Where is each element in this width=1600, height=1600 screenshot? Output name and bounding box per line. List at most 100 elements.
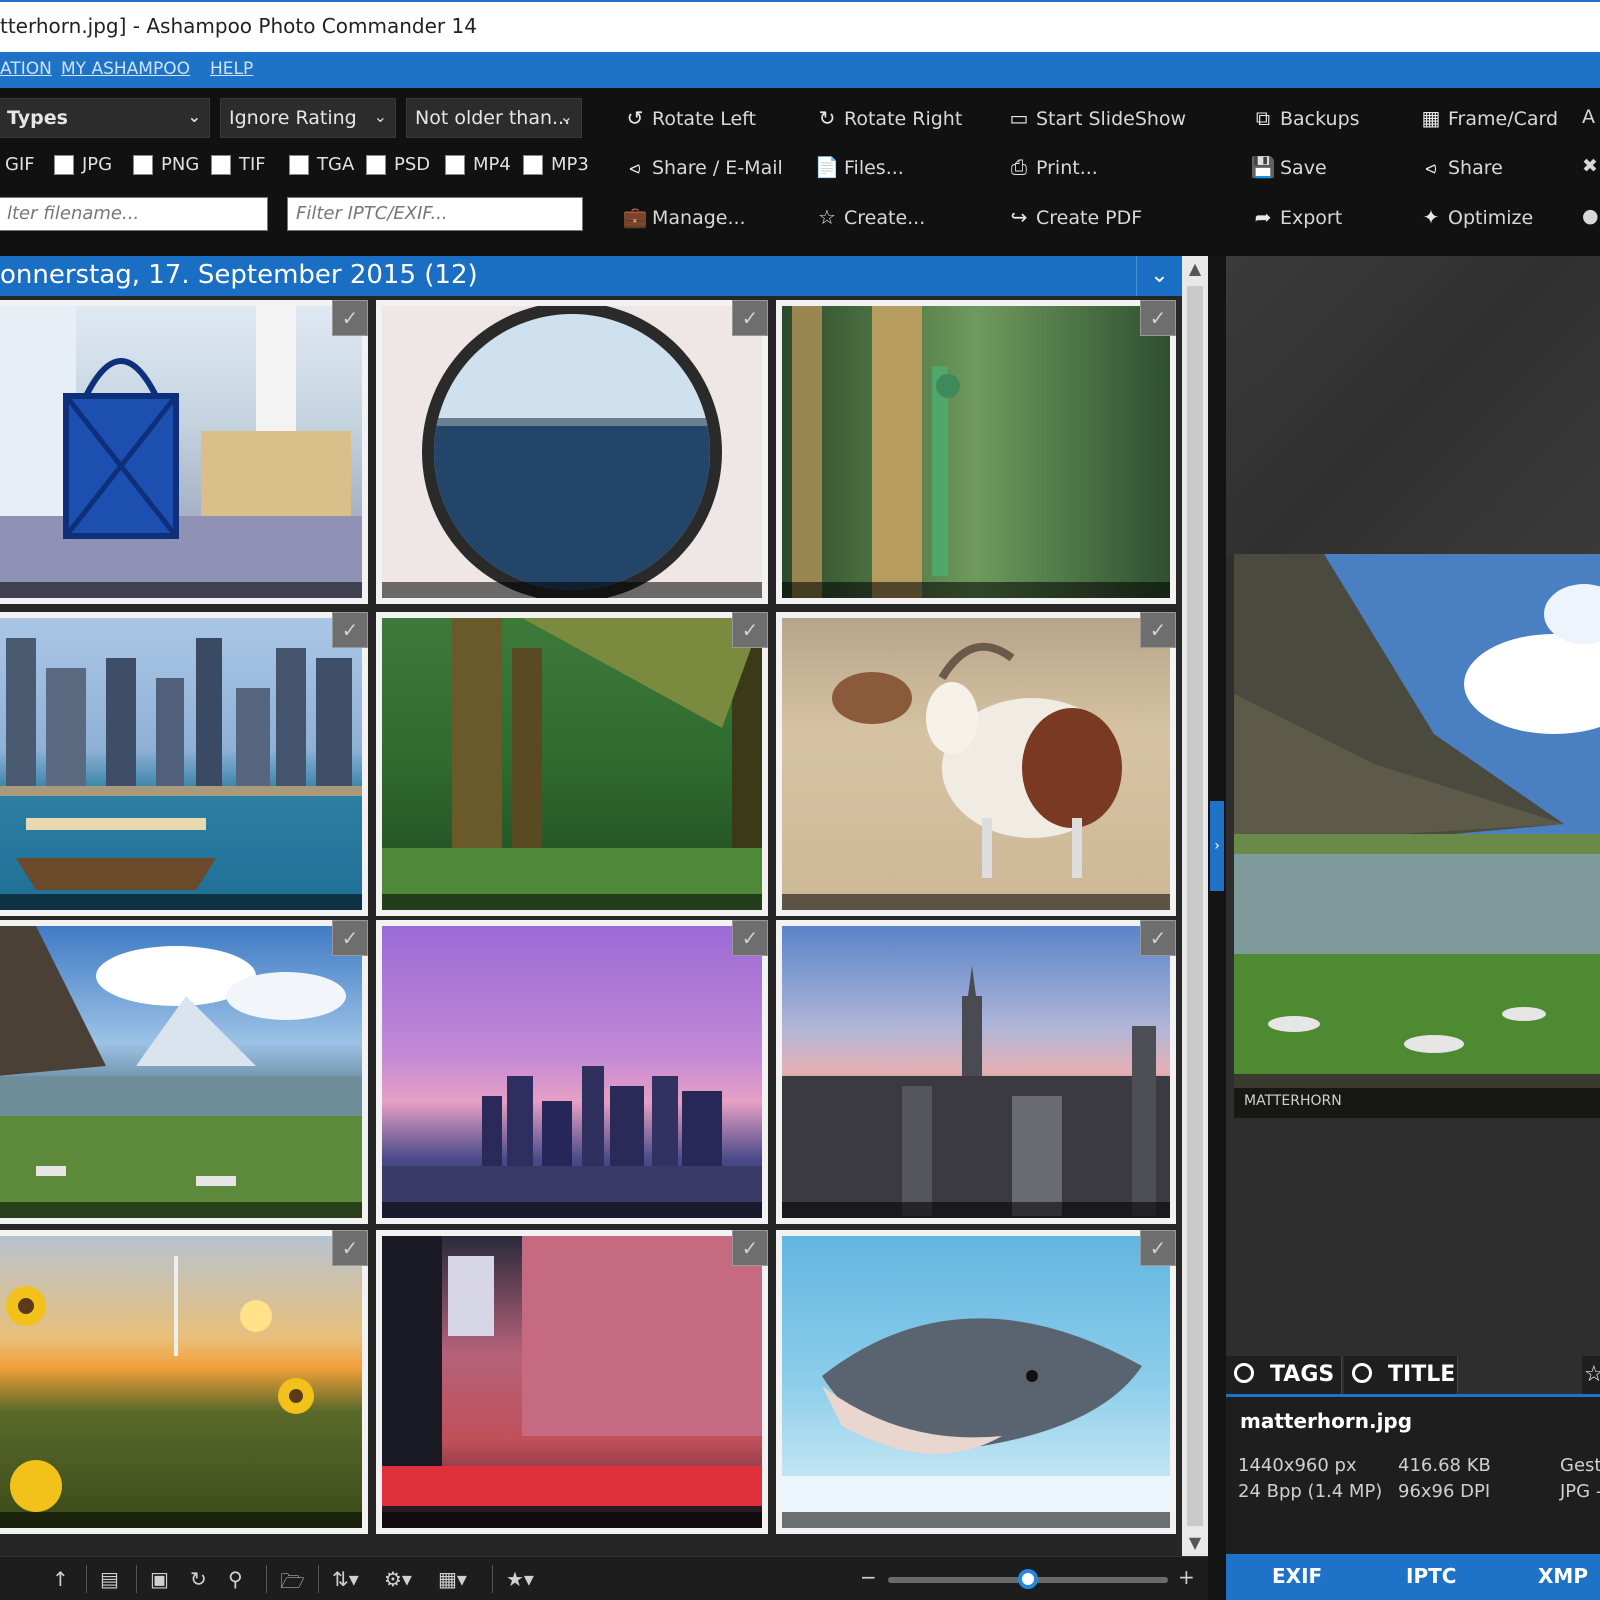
tab-xmp[interactable]: XMP xyxy=(1538,1564,1588,1588)
export-icon: ➦ xyxy=(1254,205,1272,229)
tags-toggle[interactable]: TAGS xyxy=(1226,1356,1342,1394)
search-icon[interactable]: ⚲ xyxy=(228,1567,243,1591)
scroll-down-icon[interactable]: ▼ xyxy=(1182,1530,1208,1556)
zoom-out-icon[interactable]: − xyxy=(860,1565,877,1589)
up-arrow-icon[interactable]: ↑ xyxy=(52,1567,69,1591)
menu-item-help[interactable]: HELP xyxy=(210,59,253,79)
filetype-mp3-checkbox[interactable] xyxy=(523,155,543,175)
toolbar-divider xyxy=(492,1565,493,1593)
select-checkbox[interactable]: ✓ xyxy=(732,612,768,648)
window-title: tterhorn.jpg] - Ashampoo Photo Commander… xyxy=(0,14,477,38)
more-icon[interactable]: ● xyxy=(1582,205,1599,227)
select-checkbox[interactable]: ✓ xyxy=(732,1230,768,1266)
select-checkbox[interactable]: ✓ xyxy=(332,612,368,648)
rating-star-icon[interactable]: ☆ xyxy=(1582,1356,1600,1394)
optimize-button[interactable]: ✦ Optimize xyxy=(1418,205,1534,229)
select-checkbox[interactable]: ✓ xyxy=(332,300,368,336)
thumbnail-lantern[interactable]: ✓ xyxy=(0,300,368,604)
thumbnail-matterhorn[interactable]: ✓ xyxy=(0,920,368,1224)
thumbnail-new-york-dusk[interactable]: ✓ xyxy=(376,920,768,1224)
thumbnail-dolphin[interactable]: ✓ xyxy=(776,1230,1176,1534)
tag-title-row: TAGS TITLE ☆ xyxy=(1226,1356,1600,1394)
select-checkbox[interactable]: ✓ xyxy=(1140,1230,1176,1266)
rating-star-icon[interactable]: ★▾ xyxy=(506,1567,534,1591)
thumbnail-goat[interactable]: ✓ xyxy=(776,612,1176,916)
text-icon[interactable]: A xyxy=(1582,106,1595,128)
create-pdf-button[interactable]: ↪ Create PDF xyxy=(1006,205,1143,229)
thumbnail-scrollbar[interactable]: ▲ ▼ xyxy=(1182,256,1208,1556)
thumbnail-forest[interactable]: ✓ xyxy=(376,612,768,916)
select-checkbox[interactable]: ✓ xyxy=(1140,612,1176,648)
age-select[interactable]: Not older than... ⌄ xyxy=(406,98,582,138)
settings-gear-icon[interactable]: ⚙▾ xyxy=(384,1567,412,1591)
collapse-chevron-icon[interactable]: ⌄ xyxy=(1136,256,1182,296)
frame-card-button[interactable]: ▦ Frame/Card xyxy=(1418,106,1559,130)
preview-panel: MATTERHORN TAGS TITLE ☆ matterhorn.jpg 1… xyxy=(1226,256,1600,1600)
filetype-mp3-label: MP3 xyxy=(551,154,589,175)
thumbnail-dubai-skyline[interactable]: ✓ xyxy=(0,612,368,916)
tab-exif[interactable]: EXIF xyxy=(1272,1564,1322,1588)
thumbnail-new-york-skyline[interactable]: ✓ xyxy=(776,920,1176,1224)
zoom-in-icon[interactable]: + xyxy=(1178,1565,1195,1589)
thumbnail-times-square[interactable]: ✓ xyxy=(376,1230,768,1534)
sort-icon[interactable]: ⇅▾ xyxy=(332,1567,359,1591)
new-folder-icon[interactable]: 🗁 xyxy=(280,1567,305,1600)
print-label: Print... xyxy=(1036,157,1098,179)
share-button[interactable]: ⪦ Share xyxy=(1418,155,1502,179)
export-button[interactable]: ➦ Export xyxy=(1250,205,1343,229)
filetype-tga-checkbox[interactable] xyxy=(289,155,309,175)
rotate-right-button[interactable]: ↻ Rotate Right xyxy=(814,106,963,130)
thumbnail-sunflowers[interactable]: ✓ xyxy=(0,1230,368,1534)
filename-filter-input[interactable]: lter filename... xyxy=(0,197,268,231)
filetype-png-checkbox[interactable] xyxy=(133,155,153,175)
tab-iptc[interactable]: IPTC xyxy=(1406,1564,1456,1588)
panel-splitter[interactable]: › xyxy=(1208,256,1226,1600)
select-checkbox[interactable]: ✓ xyxy=(1140,920,1176,956)
title-toggle[interactable]: TITLE xyxy=(1344,1356,1458,1394)
thumbnail-image xyxy=(782,1236,1170,1528)
ny-dusk-photo xyxy=(382,1066,762,1218)
filetype-mp4-checkbox[interactable] xyxy=(445,155,465,175)
view-mode-icon[interactable]: ▦▾ xyxy=(438,1567,467,1591)
start-slideshow-button[interactable]: ▭ Start SlideShow xyxy=(1006,106,1187,130)
rating-select[interactable]: Ignore Rating ⌄ xyxy=(220,98,396,138)
create-button[interactable]: ☆ Create... xyxy=(814,205,925,229)
view-list-icon[interactable]: ▤ xyxy=(100,1567,119,1591)
share-icon: ⪦ xyxy=(629,155,641,179)
zoom-slider-handle[interactable] xyxy=(1018,1569,1038,1589)
thumbnail-caption-bar xyxy=(782,894,1170,910)
select-checkbox[interactable]: ✓ xyxy=(732,300,768,336)
select-checkbox[interactable]: ✓ xyxy=(332,1230,368,1266)
manage-button[interactable]: 💼 Manage... xyxy=(622,205,746,229)
file-size: 416.68 KB xyxy=(1398,1455,1491,1476)
scrollbar-thumb[interactable] xyxy=(1187,286,1203,1526)
file-name: matterhorn.jpg xyxy=(1240,1409,1413,1433)
menu-item-my-ashampoo[interactable]: MY ASHAMPOO xyxy=(61,59,190,79)
tools-icon[interactable]: ✖ xyxy=(1582,155,1598,177)
select-checkbox[interactable]: ✓ xyxy=(332,920,368,956)
preview-image[interactable] xyxy=(1234,554,1600,1118)
scroll-up-icon[interactable]: ▲ xyxy=(1182,256,1208,282)
backups-button[interactable]: ⧉ Backups xyxy=(1250,106,1360,130)
filetype-tif-checkbox[interactable] xyxy=(211,155,231,175)
dubai-photo xyxy=(0,638,362,890)
refresh-icon[interactable]: ↻ xyxy=(190,1567,207,1591)
select-all-icon[interactable]: ▣ xyxy=(150,1567,169,1591)
thumbnail-dragonfly[interactable]: ✓ xyxy=(776,300,1176,604)
filetype-png-label: PNG xyxy=(161,154,200,175)
date-group-header[interactable]: onnerstag, 17. September 2015 (12) ⌄ xyxy=(0,256,1182,296)
thumbnail-porthole-sea[interactable]: ✓ xyxy=(376,300,768,604)
types-select[interactable]: Types ⌄ xyxy=(0,98,210,138)
share-email-button[interactable]: ⪦ Share / E-Mail xyxy=(622,155,782,179)
files-button[interactable]: 📄 Files... xyxy=(814,155,904,179)
filetype-psd-checkbox[interactable] xyxy=(366,155,386,175)
save-button[interactable]: 💾 Save xyxy=(1250,155,1327,179)
print-button[interactable]: ⎙ Print... xyxy=(1006,155,1098,179)
select-checkbox[interactable]: ✓ xyxy=(1140,300,1176,336)
rotate-left-button[interactable]: ↺ Rotate Left xyxy=(622,106,756,130)
chevron-right-icon[interactable]: › xyxy=(1210,801,1224,891)
select-checkbox[interactable]: ✓ xyxy=(732,920,768,956)
iptc-filter-input[interactable]: Filter IPTC/EXIF... xyxy=(287,197,583,231)
menu-item-application[interactable]: ATION xyxy=(0,59,52,79)
filetype-jpg-checkbox[interactable] xyxy=(54,155,74,175)
